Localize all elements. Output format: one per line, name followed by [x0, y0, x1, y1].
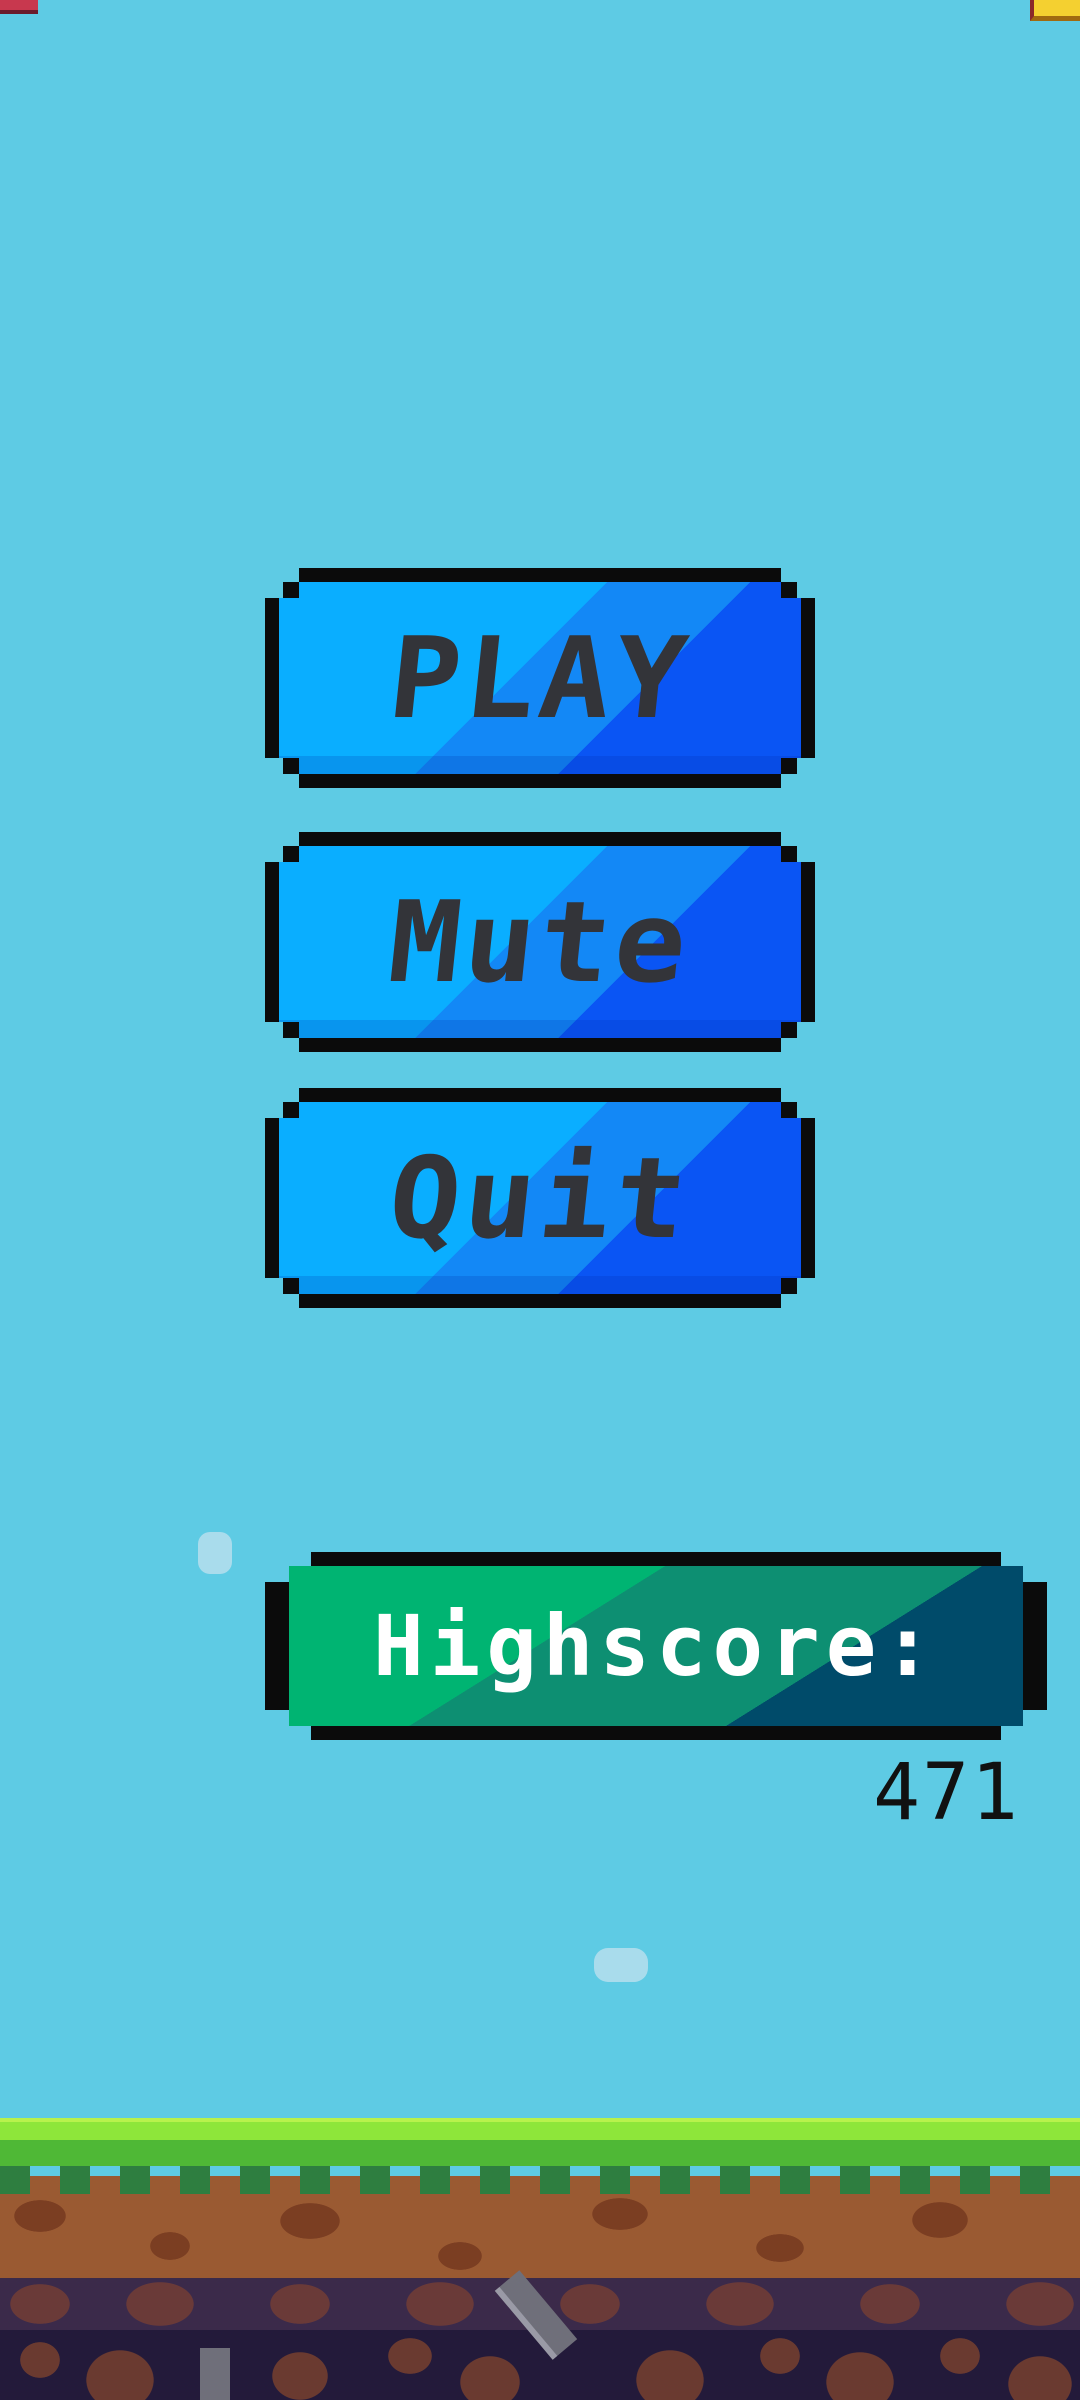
buried-bone-icon: [200, 2348, 230, 2400]
highscore-label: Highscore:: [373, 1597, 939, 1695]
play-button-label: PLAY: [383, 612, 697, 744]
grass-layer: [0, 2140, 1080, 2166]
mute-button-label: Mute: [383, 876, 697, 1008]
play-button[interactable]: PLAY: [265, 568, 815, 788]
cloud-puff: [594, 1948, 648, 1982]
quit-button[interactable]: Quit: [265, 1088, 815, 1308]
mute-button[interactable]: Mute: [265, 832, 815, 1052]
quit-button-label: Quit: [383, 1132, 697, 1264]
partial-sprite-left: [0, 0, 38, 14]
grass-edge: [0, 2166, 1080, 2194]
cloud-puff: [198, 1532, 232, 1574]
ground-terrain: [0, 2118, 1080, 2400]
highscore-value: 471: [873, 1748, 1020, 1838]
highscore-banner: Highscore:: [265, 1552, 1047, 1740]
partial-sprite-right: [1030, 0, 1080, 21]
